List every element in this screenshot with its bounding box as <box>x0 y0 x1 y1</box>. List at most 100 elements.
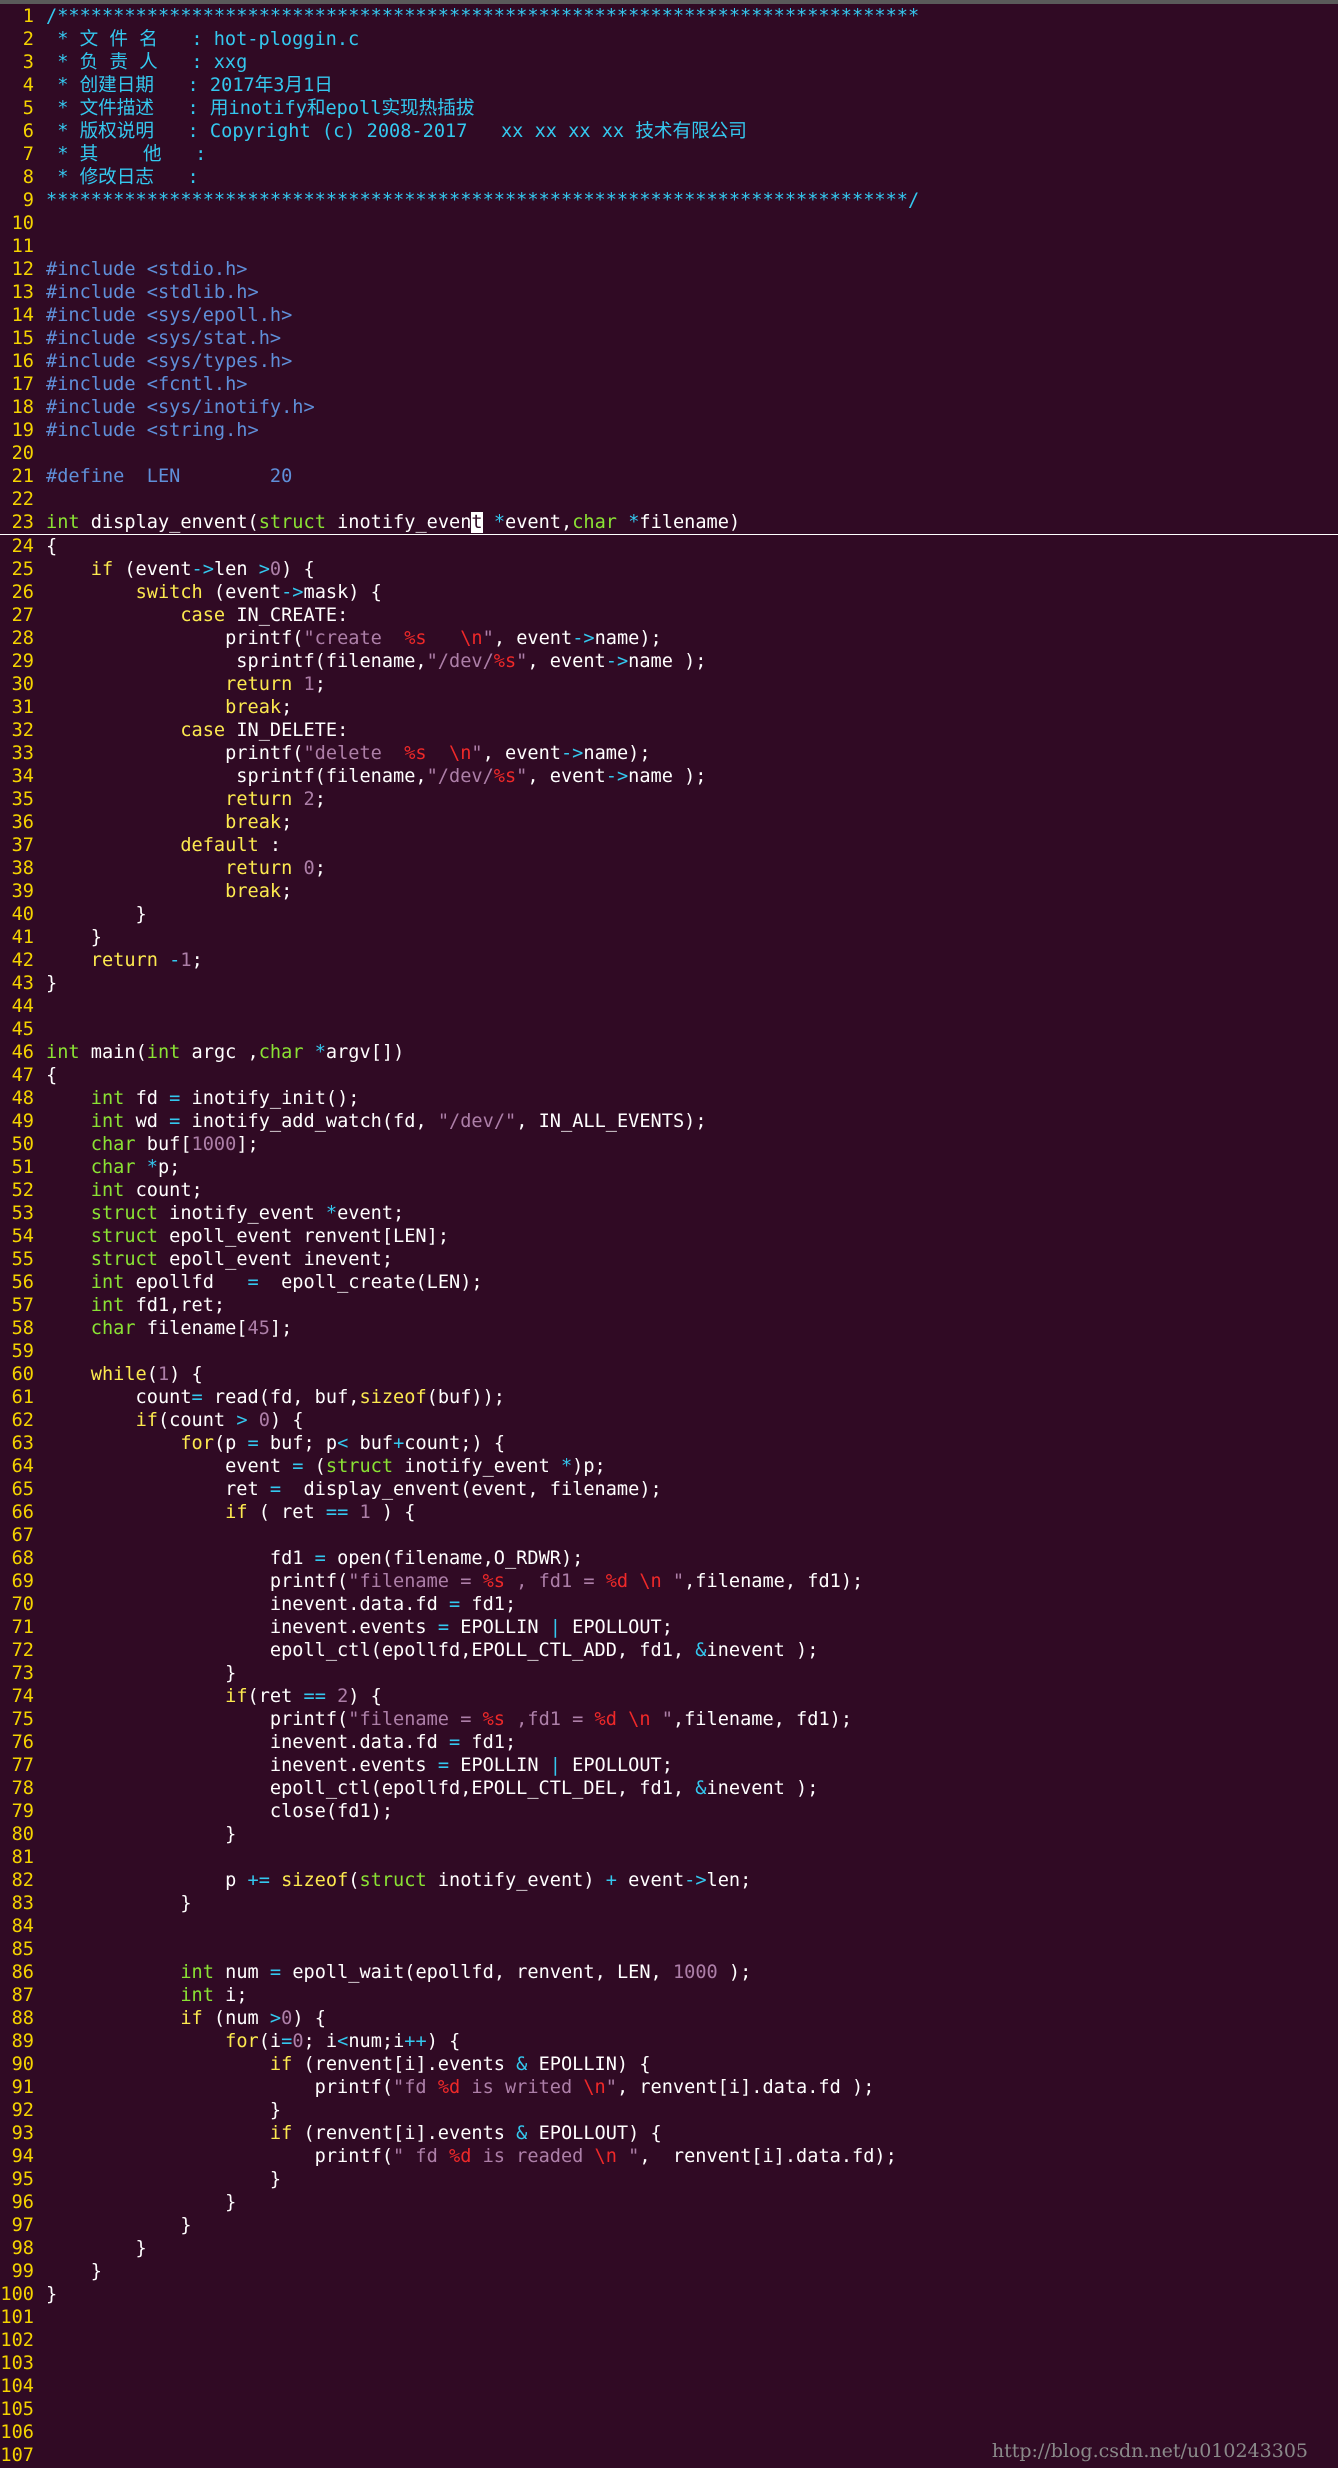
code-line[interactable]: 30 return 1; <box>0 673 1338 696</box>
code-line[interactable]: 85 <box>0 1938 1338 1961</box>
code-line[interactable]: 17 #include <fcntl.h> <box>0 373 1338 396</box>
code-line[interactable]: 80 } <box>0 1823 1338 1846</box>
code-line[interactable]: 45 <box>0 1018 1338 1041</box>
code-line[interactable]: 69 printf("filename = %s , fd1 = %d \n "… <box>0 1570 1338 1593</box>
code-line[interactable]: 98 } <box>0 2237 1338 2260</box>
code-line[interactable]: 72 epoll_ctl(epollfd,EPOLL_CTL_ADD, fd1,… <box>0 1639 1338 1662</box>
code-line[interactable]: 25 if (event->len >0) { <box>0 558 1338 581</box>
code-line[interactable]: 74 if(ret == 2) { <box>0 1685 1338 1708</box>
code-line[interactable]: 8 * 修改日志 : <box>0 166 1338 189</box>
code-line[interactable]: 50 char buf[1000]; <box>0 1133 1338 1156</box>
code-line[interactable]: 87 int i; <box>0 1984 1338 2007</box>
code-line[interactable]: 95 } <box>0 2168 1338 2191</box>
code-line[interactable]: 31 break; <box>0 696 1338 719</box>
code-line[interactable]: 54 struct epoll_event renvent[LEN]; <box>0 1225 1338 1248</box>
code-line[interactable]: 18 #include <sys/inotify.h> <box>0 396 1338 419</box>
code-line[interactable]: 97 } <box>0 2214 1338 2237</box>
code-line[interactable]: 102 <box>0 2329 1338 2352</box>
code-line[interactable]: 40 } <box>0 903 1338 926</box>
code-line[interactable]: 15 #include <sys/stat.h> <box>0 327 1338 350</box>
code-line[interactable]: 21 #define LEN 20 <box>0 465 1338 488</box>
code-line[interactable]: 84 <box>0 1915 1338 1938</box>
code-line[interactable]: 55 struct epoll_event inevent; <box>0 1248 1338 1271</box>
code-line[interactable]: 68 fd1 = open(filename,O_RDWR); <box>0 1547 1338 1570</box>
code-line[interactable]: 60 while(1) { <box>0 1363 1338 1386</box>
code-line[interactable]: 44 <box>0 995 1338 1018</box>
code-line[interactable]: 7 * 其 他 : <box>0 143 1338 166</box>
code-line[interactable]: 13 #include <stdlib.h> <box>0 281 1338 304</box>
code-line[interactable]: 77 inevent.events = EPOLLIN | EPOLLOUT; <box>0 1754 1338 1777</box>
code-line[interactable]: 103 <box>0 2352 1338 2375</box>
code-line[interactable]: 12 #include <stdio.h> <box>0 258 1338 281</box>
code-line[interactable]: 9 ***************************************… <box>0 189 1338 212</box>
code-line[interactable]: 23 int display_envent(struct inotify_even… <box>0 511 1338 535</box>
code-line[interactable]: 70 inevent.data.fd = fd1; <box>0 1593 1338 1616</box>
code-line[interactable]: 64 event = (struct inotify_event *)p; <box>0 1455 1338 1478</box>
code-line[interactable]: 34 sprintf(filename,"/dev/%s", event->na… <box>0 765 1338 788</box>
code-line[interactable]: 10 <box>0 212 1338 235</box>
code-line[interactable]: 37 default : <box>0 834 1338 857</box>
code-line[interactable]: 63 for(p = buf; p< buf+count;) { <box>0 1432 1338 1455</box>
code-line[interactable]: 5 * 文件描述 : 用inotify和epoll实现热插拔 <box>0 97 1338 120</box>
code-line[interactable]: 3 * 负 责 人 : xxg <box>0 51 1338 74</box>
code-line[interactable]: 19 #include <string.h> <box>0 419 1338 442</box>
code-line[interactable]: 48 int fd = inotify_init(); <box>0 1087 1338 1110</box>
code-line[interactable]: 2 * 文 件 名 : hot-ploggin.c <box>0 28 1338 51</box>
code-line[interactable]: 53 struct inotify_event *event; <box>0 1202 1338 1225</box>
code-line[interactable]: 27 case IN_CREATE: <box>0 604 1338 627</box>
code-line[interactable]: 6 * 版权说明 : Copyright (c) 2008-2017 xx xx… <box>0 120 1338 143</box>
code-line[interactable]: 58 char filename[45]; <box>0 1317 1338 1340</box>
code-line[interactable]: 11 <box>0 235 1338 258</box>
code-line[interactable]: 89 for(i=0; i<num;i++) { <box>0 2030 1338 2053</box>
code-line[interactable]: 86 int num = epoll_wait(epollfd, renvent… <box>0 1961 1338 1984</box>
code-line[interactable]: 101 <box>0 2306 1338 2329</box>
code-line[interactable]: 76 inevent.data.fd = fd1; <box>0 1731 1338 1754</box>
code-line[interactable]: 96 } <box>0 2191 1338 2214</box>
code-line[interactable]: 56 int epollfd = epoll_create(LEN); <box>0 1271 1338 1294</box>
code-line[interactable]: 105 <box>0 2398 1338 2421</box>
code-line[interactable]: 81 <box>0 1846 1338 1869</box>
code-line[interactable]: 83 } <box>0 1892 1338 1915</box>
code-line[interactable]: 32 case IN_DELETE: <box>0 719 1338 742</box>
code-line[interactable]: 22 <box>0 488 1338 511</box>
code-line[interactable]: 92 } <box>0 2099 1338 2122</box>
code-line[interactable]: 66 if ( ret == 1 ) { <box>0 1501 1338 1524</box>
code-line[interactable]: 52 int count; <box>0 1179 1338 1202</box>
code-line[interactable]: 24 { <box>0 535 1338 558</box>
code-line[interactable]: 4 * 创建日期 : 2017年3月1日 <box>0 74 1338 97</box>
code-line[interactable]: 100} <box>0 2283 1338 2306</box>
code-line[interactable]: 20 <box>0 442 1338 465</box>
code-line[interactable]: 14 #include <sys/epoll.h> <box>0 304 1338 327</box>
code-editor[interactable]: 1 /**************************************… <box>0 5 1338 2467</box>
code-line[interactable]: 39 break; <box>0 880 1338 903</box>
code-line[interactable]: 78 epoll_ctl(epollfd,EPOLL_CTL_DEL, fd1,… <box>0 1777 1338 1800</box>
code-line[interactable]: 82 p += sizeof(struct inotify_event) + e… <box>0 1869 1338 1892</box>
code-line[interactable]: 62 if(count > 0) { <box>0 1409 1338 1432</box>
code-line[interactable]: 47 { <box>0 1064 1338 1087</box>
code-line[interactable]: 42 return -1; <box>0 949 1338 972</box>
code-line[interactable]: 57 int fd1,ret; <box>0 1294 1338 1317</box>
code-line[interactable]: 35 return 2; <box>0 788 1338 811</box>
code-line[interactable]: 38 return 0; <box>0 857 1338 880</box>
code-line[interactable]: 91 printf("fd %d is writed \n", renvent[… <box>0 2076 1338 2099</box>
code-line[interactable]: 16 #include <sys/types.h> <box>0 350 1338 373</box>
code-line[interactable]: 94 printf(" fd %d is readed \n ", renven… <box>0 2145 1338 2168</box>
code-line[interactable]: 75 printf("filename = %s ,fd1 = %d \n ",… <box>0 1708 1338 1731</box>
code-line[interactable]: 29 sprintf(filename,"/dev/%s", event->na… <box>0 650 1338 673</box>
code-line[interactable]: 49 int wd = inotify_add_watch(fd, "/dev/… <box>0 1110 1338 1133</box>
code-line[interactable]: 46 int main(int argc ,char *argv[]) <box>0 1041 1338 1064</box>
code-line[interactable]: 65 ret = display_envent(event, filename)… <box>0 1478 1338 1501</box>
code-line[interactable]: 41 } <box>0 926 1338 949</box>
code-line[interactable]: 26 switch (event->mask) { <box>0 581 1338 604</box>
code-line[interactable]: 79 close(fd1); <box>0 1800 1338 1823</box>
code-line[interactable]: 104 <box>0 2375 1338 2398</box>
code-line[interactable]: 43} <box>0 972 1338 995</box>
code-line[interactable]: 1 /**************************************… <box>0 5 1338 28</box>
code-line[interactable]: 33 printf("delete %s \n", event->name); <box>0 742 1338 765</box>
code-line[interactable]: 99 } <box>0 2260 1338 2283</box>
code-line[interactable]: 67 <box>0 1524 1338 1547</box>
code-line[interactable]: 36 break; <box>0 811 1338 834</box>
code-line[interactable]: 90 if (renvent[i].events & EPOLLIN) { <box>0 2053 1338 2076</box>
code-line[interactable]: 88 if (num >0) { <box>0 2007 1338 2030</box>
code-line[interactable]: 61 count= read(fd, buf,sizeof(buf)); <box>0 1386 1338 1409</box>
